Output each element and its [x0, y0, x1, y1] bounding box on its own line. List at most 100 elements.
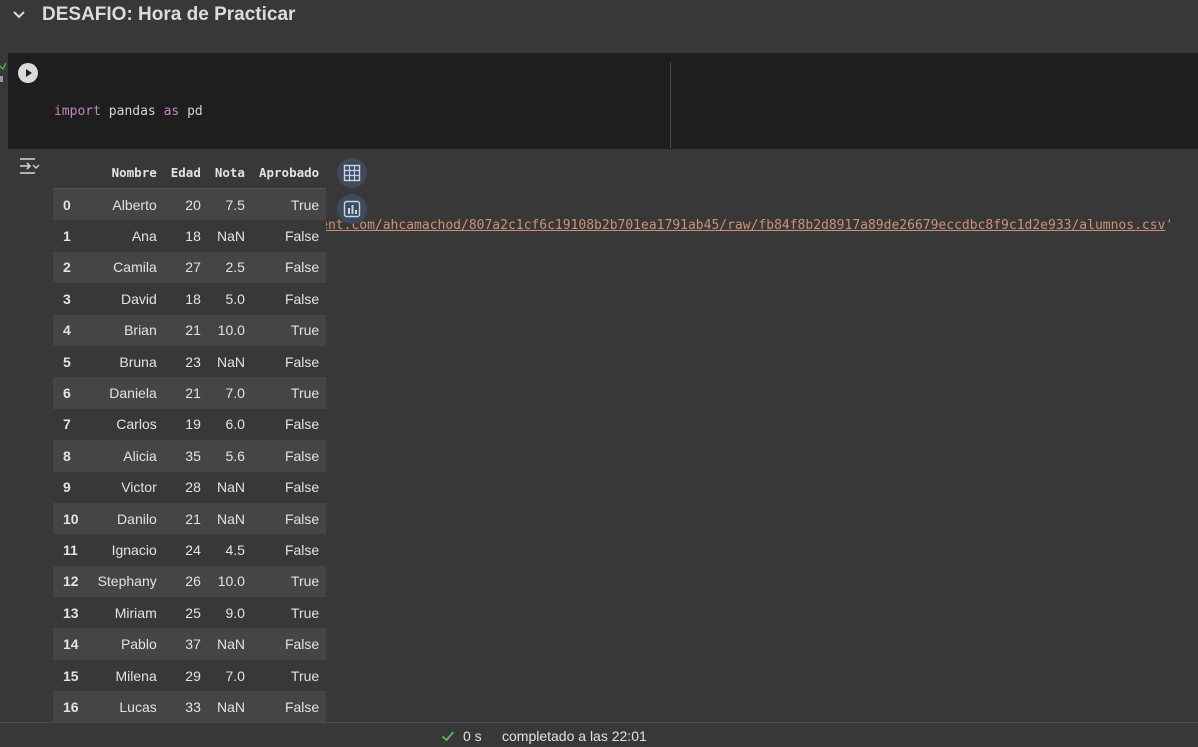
table-icon — [343, 164, 361, 182]
code-alias: pd — [179, 104, 203, 119]
table-cell: 7.0 — [225, 385, 245, 402]
table-row: 16 Lucas 33 NaN False — [53, 691, 327, 723]
column-header: Nombre — [90, 157, 164, 189]
row-index: 16 — [63, 698, 79, 715]
table-row: 7 Carlos 19 6.0 False — [53, 408, 327, 441]
row-index: 1 — [63, 228, 71, 245]
chart-suggest-button[interactable] — [337, 194, 367, 224]
table-cell: 25 — [185, 604, 201, 621]
dataframe-table: Nombre Edad Nota Aprobado 0 Alberto 20 7.5 T… — [53, 157, 327, 723]
table-cell: 7.5 — [225, 196, 245, 213]
table-cell: Bruna — [119, 353, 157, 370]
table-cell: True — [290, 322, 320, 339]
table-cell: True — [290, 573, 320, 590]
table-cell: Milena — [115, 667, 157, 684]
table-cell: 19 — [185, 416, 201, 433]
row-index: 6 — [63, 385, 71, 402]
section-title: DESAFIO: Hora de Practicar — [42, 4, 296, 25]
execution-completed-text: completado a las 22:01 — [502, 728, 647, 744]
table-row: 12 Stephany 26 10.0 True — [53, 565, 327, 598]
table-cell: 18 — [185, 290, 201, 307]
table-cell: True — [290, 385, 320, 402]
table-cell: 5.0 — [225, 290, 245, 307]
code-keyword-import: import — [54, 104, 101, 119]
table-cell: David — [120, 290, 157, 307]
table-cell: Danilo — [117, 510, 157, 527]
table-cell: Brian — [124, 322, 157, 339]
run-cell-button[interactable] — [18, 63, 38, 83]
table-row: 13 Miriam 25 9.0 True — [53, 597, 327, 629]
table-cell: Alberto — [112, 196, 157, 213]
table-cell: NaN — [216, 510, 245, 527]
table-cell: Camila — [113, 259, 157, 276]
table-cell: 7.0 — [225, 667, 245, 684]
table-cell: True — [290, 667, 320, 684]
table-cell: Alicia — [123, 447, 157, 464]
row-index: 5 — [63, 353, 71, 370]
table-cell: 4.5 — [225, 541, 245, 558]
table-row: 4 Brian 21 10.0 True — [53, 314, 327, 346]
table-view-button[interactable] — [337, 158, 367, 188]
table-cell: 28 — [185, 479, 201, 496]
table-cell: Stephany — [97, 573, 157, 590]
table-cell: Miriam — [114, 604, 157, 621]
table-cell: NaN — [216, 698, 245, 715]
table-cell: Pablo — [120, 636, 157, 653]
row-index: 15 — [63, 667, 79, 684]
table-cell: 2.5 — [225, 259, 245, 276]
table-cell: Victor — [121, 479, 157, 496]
row-index: 7 — [63, 416, 71, 433]
chart-icon — [343, 200, 361, 218]
row-index: 13 — [63, 604, 79, 621]
table-cell: 20 — [185, 196, 201, 213]
table-cell: Ana — [131, 228, 157, 245]
table-cell: 35 — [185, 447, 201, 464]
table-cell: 21 — [185, 510, 201, 527]
table-row: 15 Milena 29 7.0 True — [53, 659, 327, 692]
table-cell: False — [284, 510, 320, 527]
table-cell: 10.0 — [217, 573, 245, 590]
table-cell: 21 — [185, 322, 201, 339]
table-cell: False — [284, 259, 320, 276]
table-cell: False — [284, 698, 320, 715]
row-index: 3 — [63, 290, 71, 307]
table-cell: False — [284, 416, 320, 433]
cell-execution-marker — [0, 62, 6, 82]
row-index: 9 — [63, 479, 71, 496]
table-cell: Daniela — [109, 385, 157, 402]
play-icon — [26, 69, 32, 77]
row-index: 8 — [63, 447, 71, 464]
code-module: pandas — [100, 104, 164, 119]
table-cell: 6.0 — [225, 416, 245, 433]
table-row: 1 Ana 18 NaN False — [53, 220, 327, 252]
check-icon — [441, 731, 455, 742]
table-cell: False — [284, 447, 320, 464]
table-cell: 5.6 — [225, 447, 245, 464]
row-index: 11 — [63, 541, 78, 558]
row-index: 10 — [63, 510, 79, 527]
table-cell: 18 — [185, 228, 201, 245]
table-cell: 27 — [185, 259, 201, 276]
column-header: Aprobado — [251, 157, 327, 189]
chevron-down-icon[interactable] — [12, 8, 26, 22]
column-header: Nota — [207, 157, 252, 189]
table-cell: 29 — [185, 667, 201, 684]
table-cell: False — [284, 541, 320, 558]
row-index: 4 — [63, 322, 71, 339]
table-header-row: Nombre Edad Nota Aprobado — [53, 157, 327, 189]
row-index: 12 — [63, 573, 79, 590]
table-cell: False — [284, 353, 320, 370]
table-row: 8 Alicia 35 5.6 False — [53, 440, 327, 472]
table-cell: True — [290, 196, 320, 213]
table-row: 5 Bruna 23 NaN False — [53, 345, 327, 378]
row-index: 2 — [63, 259, 71, 276]
table-cell: NaN — [216, 228, 245, 245]
column-header: Edad — [163, 157, 208, 189]
table-cell: Ignacio — [111, 541, 157, 558]
output-collapse-icon[interactable] — [18, 156, 40, 176]
table-cell: False — [284, 479, 320, 496]
section-header: DESAFIO: Hora de Practicar — [0, 0, 1198, 34]
code-keyword-as: as — [163, 104, 180, 119]
table-row: 0 Alberto 20 7.5 True — [53, 188, 327, 221]
table-row: 11 Ignacio 24 4.5 False — [53, 534, 327, 566]
